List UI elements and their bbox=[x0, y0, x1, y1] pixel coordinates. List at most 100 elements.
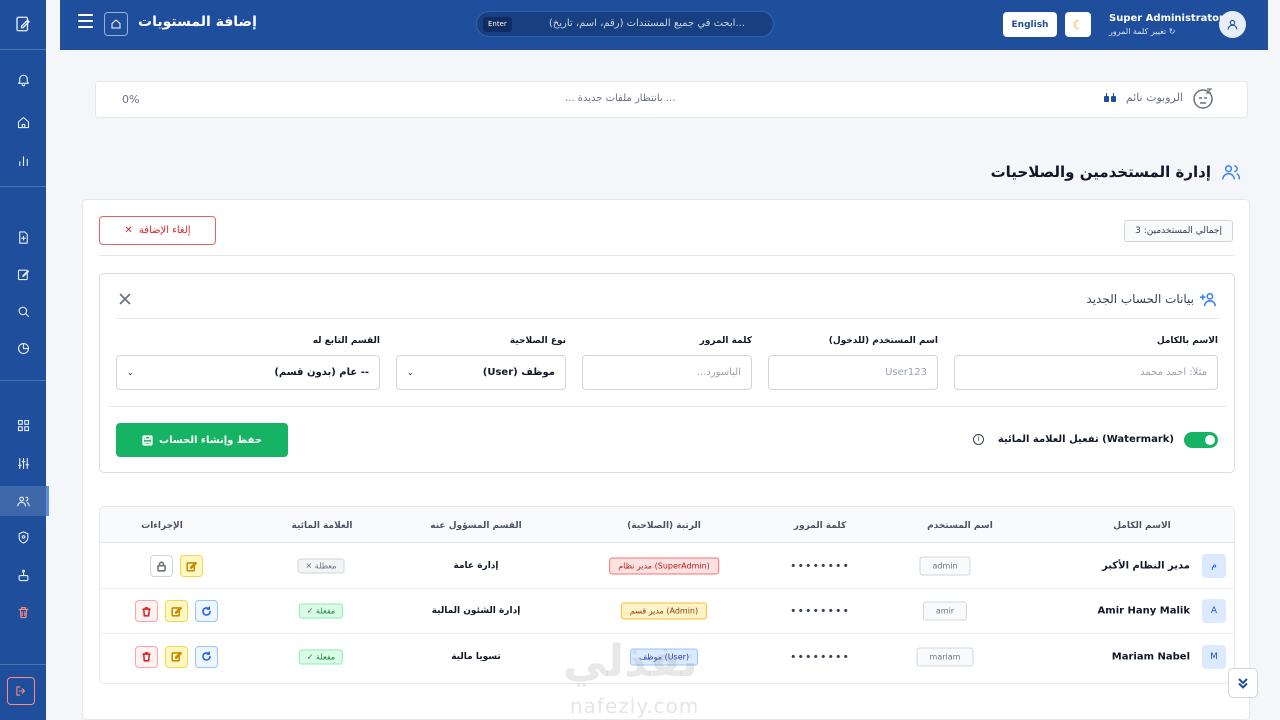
rail-divider bbox=[0, 664, 46, 665]
row-department: إدارة عامة bbox=[453, 561, 499, 571]
role-badge: مدير نظام (SuperAdmin) bbox=[609, 557, 719, 575]
sliders-icon[interactable] bbox=[0, 450, 46, 476]
page-title: إضافة المستويات bbox=[138, 14, 257, 30]
rail-divider bbox=[0, 49, 46, 50]
col-department: القسم المسؤول عنه bbox=[430, 521, 522, 531]
file-add-icon[interactable] bbox=[0, 224, 46, 250]
pie-chart-icon[interactable] bbox=[0, 335, 46, 361]
global-search[interactable]: Enter ابحث في جميع المستندات (رقم، اسم، … bbox=[476, 11, 774, 37]
search-placeholder: ابحث في جميع المستندات (رقم، اسم، تاريخ)… bbox=[548, 18, 745, 29]
edit-button[interactable] bbox=[165, 600, 188, 622]
logout-button[interactable] bbox=[7, 677, 35, 705]
row-department: إدارة الشئون المالية bbox=[431, 606, 521, 616]
user-icon bbox=[1227, 19, 1238, 30]
enter-key-hint: Enter bbox=[483, 17, 512, 32]
password-input[interactable] bbox=[582, 355, 752, 390]
watermark-toggle[interactable] bbox=[1184, 432, 1218, 448]
bell-icon[interactable] bbox=[0, 66, 46, 92]
search-icon[interactable] bbox=[0, 298, 46, 324]
username-label: اسم المستخدم (للدخول) bbox=[828, 336, 938, 346]
row-password: •••••••• bbox=[790, 559, 850, 573]
grid-icon[interactable] bbox=[0, 412, 46, 438]
watermark-label: تفعيل العلامة المائية (Watermark) bbox=[997, 434, 1174, 445]
password-label: كلمة المرور bbox=[699, 336, 752, 346]
users-icon[interactable] bbox=[0, 486, 49, 516]
table-row: A Amir Hany Malik amir •••••••• مدير قسم… bbox=[100, 589, 1234, 634]
edit-icon bbox=[171, 606, 182, 617]
delete-button[interactable] bbox=[135, 600, 158, 622]
refresh-icon bbox=[202, 651, 211, 661]
home-icon[interactable] bbox=[0, 109, 46, 135]
form-divider bbox=[108, 406, 1226, 407]
logout-icon bbox=[16, 686, 26, 696]
role-label: نوع الصلاحية bbox=[509, 336, 566, 346]
row-username: mariam bbox=[916, 647, 974, 666]
fullname-input[interactable] bbox=[954, 355, 1218, 390]
table-row: م مدير النظام الأكبر admin •••••••• مدير… bbox=[100, 544, 1234, 589]
role-badge: مدير قسم (Admin) bbox=[620, 602, 708, 620]
menu-icon[interactable] bbox=[78, 14, 93, 30]
moon-icon[interactable]: ☾ bbox=[1065, 12, 1091, 37]
row-avatar: M bbox=[1202, 644, 1226, 669]
new-account-form: بيانات الحساب الجديد الاسم بالكامل اسم ا… bbox=[99, 273, 1235, 473]
edit-document-icon[interactable] bbox=[0, 261, 46, 287]
total-users-badge: إجمالي المستخدمين: 3 bbox=[1124, 220, 1233, 242]
close-form-button[interactable] bbox=[118, 291, 132, 305]
double-chevron-down-icon bbox=[1238, 678, 1248, 689]
trash-icon bbox=[142, 606, 151, 617]
robot-icon[interactable] bbox=[0, 562, 46, 588]
edit-button[interactable] bbox=[165, 645, 188, 668]
sidebar-rail bbox=[0, 0, 49, 720]
avatar[interactable] bbox=[1219, 11, 1246, 38]
col-password: كلمة المرور bbox=[793, 521, 847, 531]
lock-button[interactable] bbox=[150, 555, 173, 577]
edit-button[interactable] bbox=[180, 555, 203, 577]
edit-icon bbox=[171, 651, 182, 662]
department-select[interactable]: -- عام (بدون قسم) ⌄ bbox=[116, 355, 380, 390]
save-create-account-button[interactable]: حفظ وإنشاء الحساب bbox=[116, 423, 288, 457]
save-icon bbox=[142, 434, 153, 446]
shield-icon[interactable] bbox=[0, 524, 46, 550]
user-name: Super Administrator bbox=[1109, 13, 1224, 24]
watermark-logo-text: نفذلي bbox=[563, 636, 698, 687]
col-watermark: العلامة المائية bbox=[291, 521, 353, 531]
row-fullname: مدير النظام الأكبر bbox=[1102, 560, 1190, 572]
lock-icon bbox=[157, 560, 166, 572]
row-fullname: Mariam Nabel bbox=[1111, 651, 1190, 662]
watermark-logo-url: nafezly.com bbox=[570, 694, 700, 718]
watermark-status-badge: ✓ مفعلة bbox=[298, 603, 344, 619]
robot-waiting-text: ... بانتظار ملفات جديدة ... bbox=[565, 93, 676, 104]
trash-icon[interactable] bbox=[0, 599, 46, 625]
edit-icon bbox=[186, 561, 197, 572]
username-input[interactable] bbox=[768, 355, 938, 390]
row-username: admin bbox=[919, 556, 971, 576]
col-actions: الإجراءات bbox=[141, 521, 183, 531]
rail-divider bbox=[0, 380, 46, 381]
users-icon bbox=[1221, 163, 1241, 181]
row-fullname: Amir Hany Malik bbox=[1097, 605, 1190, 617]
chevron-down-icon: ⌄ bbox=[407, 368, 414, 377]
rail-divider bbox=[0, 186, 46, 187]
home-button[interactable] bbox=[104, 12, 128, 36]
app-logo-icon[interactable] bbox=[0, 11, 46, 37]
role-select[interactable]: موظف (User) ⌄ bbox=[396, 355, 566, 390]
department-select-value: -- عام (بدون قسم) bbox=[274, 367, 369, 378]
sleeping-face-icon bbox=[1193, 88, 1213, 109]
form-divider bbox=[116, 318, 1220, 319]
info-icon[interactable]: i bbox=[973, 434, 984, 445]
robot-small-icon bbox=[1104, 93, 1116, 102]
row-password: •••••••• bbox=[790, 650, 850, 663]
robot-progress-percent: 0% bbox=[122, 93, 140, 106]
bar-chart-icon[interactable] bbox=[0, 147, 46, 173]
scroll-down-button[interactable] bbox=[1228, 668, 1258, 698]
trash-icon bbox=[142, 652, 151, 662]
language-toggle-button[interactable]: English bbox=[1003, 12, 1057, 37]
col-username: اسم المستخدم bbox=[927, 521, 993, 531]
row-username: amir bbox=[922, 601, 968, 621]
cancel-add-button[interactable]: ✕ إلغاء الإضافة bbox=[99, 216, 216, 245]
reset-password-button[interactable] bbox=[195, 645, 218, 668]
fullname-label: الاسم بالكامل bbox=[1156, 336, 1218, 346]
change-password-link[interactable]: تغيير كلمة المرور ↻ bbox=[1109, 27, 1175, 36]
delete-button[interactable] bbox=[135, 645, 158, 668]
reset-password-button[interactable] bbox=[195, 600, 218, 622]
